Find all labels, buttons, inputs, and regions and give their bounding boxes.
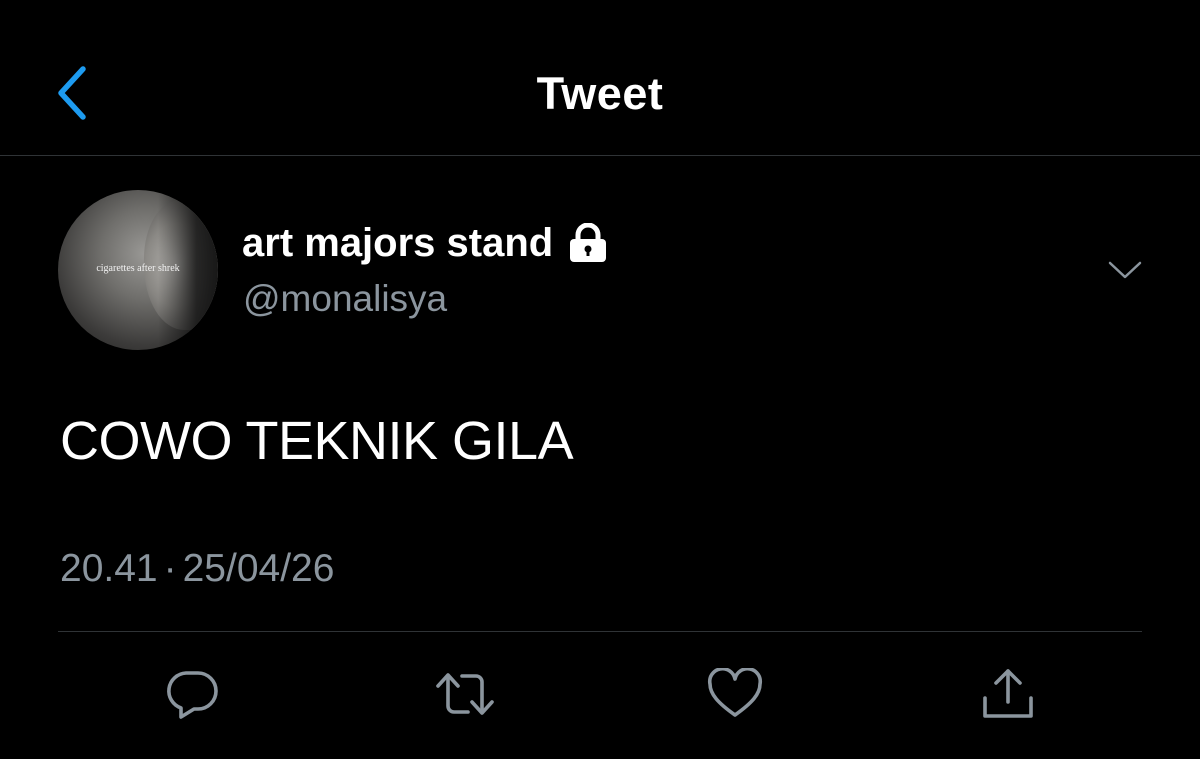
retweet-button[interactable] (433, 662, 497, 726)
user-handle[interactable]: @monalisya (243, 276, 447, 322)
tweet-date: 25/04/26 (182, 547, 335, 590)
comment-icon (167, 671, 218, 719)
tweet-time: 20.41 (60, 547, 158, 590)
page-title: Tweet (536, 68, 664, 119)
lock-icon (567, 223, 609, 263)
actions-divider (58, 631, 1142, 632)
header-divider (0, 155, 1200, 156)
user-display-name: art majors stand (242, 221, 554, 265)
avatar-caption: cigarettes after shrek (96, 263, 180, 274)
user-display-name-row[interactable]: art majors stand (242, 218, 609, 268)
share-icon (983, 669, 1033, 718)
retweet-icon (436, 673, 494, 715)
top-navigation-bar: Tweet (0, 0, 1200, 156)
tweet-text: COWO TEKNIK GILA (60, 411, 574, 471)
tweet-menu-button[interactable] (1100, 250, 1150, 290)
timestamp-separator: · (163, 547, 177, 590)
reply-button[interactable] (160, 662, 224, 726)
avatar[interactable]: cigarettes after shrek (58, 190, 218, 350)
chevron-down-icon (1108, 261, 1142, 279)
share-button[interactable] (976, 662, 1040, 726)
tweet-timestamp: 20.41 · 25/04/26 (60, 544, 334, 594)
like-button[interactable] (703, 662, 767, 726)
heart-icon (707, 668, 763, 717)
